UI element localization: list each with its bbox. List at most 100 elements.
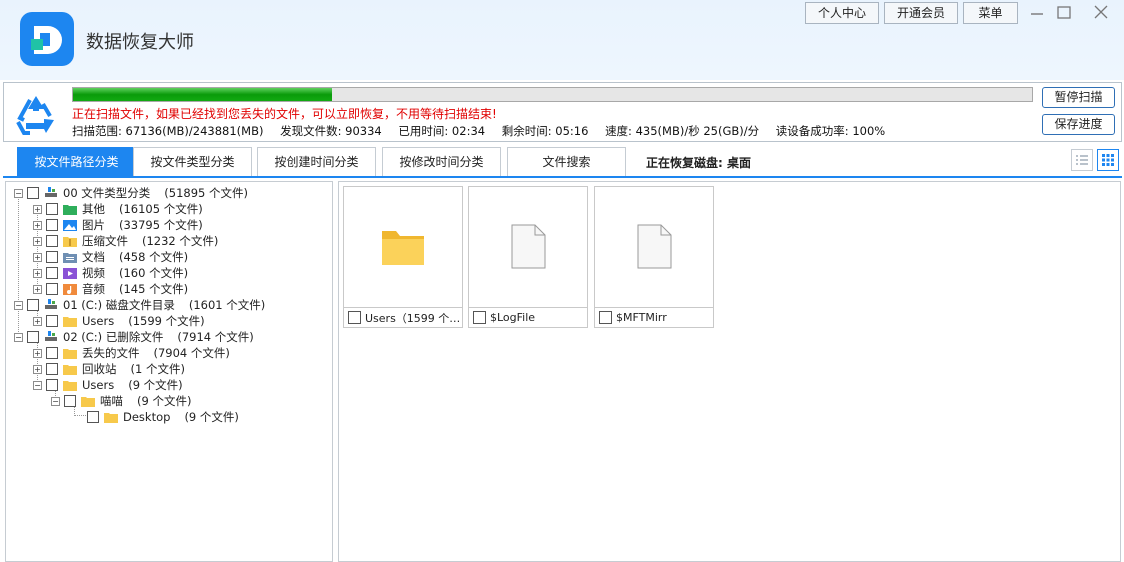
scan-speed: 速度: 435(MB)/秒 25(GB)/分 — [605, 124, 760, 138]
folder-icon — [63, 349, 77, 359]
scan-stats: 扫描范围: 67136(MB)/243881(MB) 发现文件数: 90334 … — [72, 123, 898, 139]
folder-green-icon — [63, 205, 77, 215]
tree-item-other[interactable]: + 其他 (16105 个文件) — [33, 201, 203, 217]
folder-icon — [81, 397, 95, 407]
expand-toggle[interactable]: + — [33, 284, 42, 294]
file-name: $LogFile — [490, 311, 536, 324]
tab-by-type[interactable]: 按文件类型分类 — [133, 147, 252, 177]
file-tile[interactable]: Users（1599 个… — [343, 186, 463, 328]
folder-icon — [63, 365, 77, 375]
folder-icon — [382, 231, 424, 265]
tree-checkbox[interactable] — [46, 203, 58, 215]
tree-checkbox[interactable] — [27, 331, 39, 343]
file-icon — [637, 224, 672, 269]
tree-item-lost-files[interactable]: + 丢失的文件 (7904 个文件) — [33, 345, 230, 361]
expand-toggle[interactable]: + — [33, 348, 42, 358]
tree-item-users[interactable]: + Users (1599 个文件) — [33, 313, 205, 329]
tree-item-archives[interactable]: + 压缩文件 (1232 个文件) — [33, 233, 218, 249]
collapse-toggle[interactable]: − — [51, 396, 60, 406]
list-view-icon[interactable] — [1071, 149, 1093, 171]
recovering-disk-label: 正在恢复磁盘: 桌面 — [646, 156, 751, 170]
scan-progress-bar — [72, 87, 1033, 102]
scan-progress-fill — [73, 88, 332, 101]
scan-message: 正在扫描文件，如果已经找到您丢失的文件，可以立即恢复，不用等待扫描结束! — [72, 107, 497, 121]
expand-toggle[interactable]: + — [33, 252, 42, 262]
tree-item-type-root[interactable]: − 00 文件类型分类 (51895 个文件) — [14, 185, 248, 201]
expand-toggle[interactable]: + — [33, 364, 42, 374]
tree-checkbox[interactable] — [46, 283, 58, 295]
title-bar: 数据恢复大师 个人中心 开通会员 菜单 — [0, 0, 1124, 80]
tree-checkbox[interactable] — [64, 395, 76, 407]
collapse-toggle[interactable]: − — [14, 300, 23, 310]
file-checkbox[interactable] — [599, 311, 612, 324]
elapsed-time: 已用时间: 02:34 — [398, 124, 486, 138]
tab-by-modified-time[interactable]: 按修改时间分类 — [382, 147, 501, 177]
tree-checkbox[interactable] — [46, 315, 58, 327]
tree-checkbox[interactable] — [87, 411, 99, 423]
tree-checkbox[interactable] — [46, 251, 58, 263]
tree-checkbox[interactable] — [46, 379, 58, 391]
tree-item-deleted-root[interactable]: − 02 (C:) 已删除文件 (7914 个文件) — [14, 329, 254, 345]
file-tile-footer: $LogFile — [469, 307, 587, 327]
tree-checkbox[interactable] — [27, 299, 39, 311]
remaining-time: 剩余时间: 05:16 — [501, 124, 589, 138]
tree-item-miaomiao[interactable]: − 喵喵 (9 个文件) — [51, 393, 191, 409]
file-icon — [511, 224, 546, 269]
expand-toggle[interactable]: + — [33, 236, 42, 246]
close-icon[interactable] — [1090, 2, 1112, 24]
file-tile[interactable]: $MFTMirr — [594, 186, 714, 328]
scan-range: 扫描范围: 67136(MB)/243881(MB) — [72, 124, 264, 138]
tree-item-desktop[interactable]: Desktop (9 个文件) — [87, 409, 239, 425]
audio-folder-icon — [63, 284, 77, 295]
tab-by-created-time[interactable]: 按创建时间分类 — [257, 147, 376, 177]
minimize-icon[interactable] — [1026, 2, 1048, 24]
drive-icon — [45, 187, 57, 197]
tree-item-audio[interactable]: + 音频 (145 个文件) — [33, 281, 188, 297]
tree-checkbox[interactable] — [27, 187, 39, 199]
tree-item-images[interactable]: + 图片 (33795 个文件) — [33, 217, 203, 233]
expand-toggle[interactable]: + — [33, 220, 42, 230]
vip-button[interactable]: 开通会员 — [884, 2, 958, 24]
expand-toggle[interactable]: + — [33, 204, 42, 214]
tree-item-users-deleted[interactable]: − Users (9 个文件) — [33, 377, 183, 393]
tree-item-dir-root[interactable]: − 01 (C:) 磁盘文件目录 (1601 个文件) — [14, 297, 265, 313]
tree-item-recycle-bin[interactable]: + 回收站 (1 个文件) — [33, 361, 185, 377]
document-folder-icon — [63, 253, 77, 263]
expand-toggle[interactable]: + — [33, 316, 42, 326]
save-progress-button[interactable]: 保存进度 — [1042, 114, 1115, 135]
personal-center-button[interactable]: 个人中心 — [805, 2, 879, 24]
drive-icon — [45, 299, 57, 309]
drive-icon — [45, 331, 57, 341]
picture-icon — [63, 220, 77, 231]
file-checkbox[interactable] — [473, 311, 486, 324]
tree-item-docs[interactable]: + 文档 (458 个文件) — [33, 249, 188, 265]
tree-checkbox[interactable] — [46, 347, 58, 359]
tab-by-path[interactable]: 按文件路径分类 — [17, 147, 136, 177]
collapse-toggle[interactable]: − — [14, 188, 23, 198]
tree-checkbox[interactable] — [46, 235, 58, 247]
menu-button[interactable]: 菜单 — [963, 2, 1018, 24]
file-tile[interactable]: $LogFile — [468, 186, 588, 328]
tab-file-search[interactable]: 文件搜索 — [507, 147, 626, 177]
folder-icon — [63, 317, 77, 327]
folder-icon — [63, 381, 77, 391]
video-folder-icon — [63, 268, 77, 279]
tab-underline — [3, 176, 1122, 178]
tree-checkbox[interactable] — [46, 267, 58, 279]
app-title: 数据恢复大师 — [86, 32, 194, 53]
tree-checkbox[interactable] — [46, 363, 58, 375]
file-tile-footer: Users（1599 个… — [344, 307, 462, 327]
file-checkbox[interactable] — [348, 311, 361, 324]
collapse-toggle[interactable]: − — [33, 380, 42, 390]
collapse-toggle[interactable]: − — [14, 332, 23, 342]
tree-checkbox[interactable] — [46, 219, 58, 231]
grid-view-icon[interactable] — [1097, 149, 1119, 171]
file-name: $MFTMirr — [616, 311, 667, 324]
recycle-icon — [14, 92, 58, 136]
folder-tree[interactable]: − 00 文件类型分类 (51895 个文件) + 其他 (16105 个文件)… — [5, 181, 333, 562]
pause-scan-button[interactable]: 暂停扫描 — [1042, 87, 1115, 108]
folder-icon — [104, 413, 118, 423]
tree-item-video[interactable]: + 视频 (160 个文件) — [33, 265, 188, 281]
maximize-icon[interactable] — [1053, 2, 1075, 24]
expand-toggle[interactable]: + — [33, 268, 42, 278]
